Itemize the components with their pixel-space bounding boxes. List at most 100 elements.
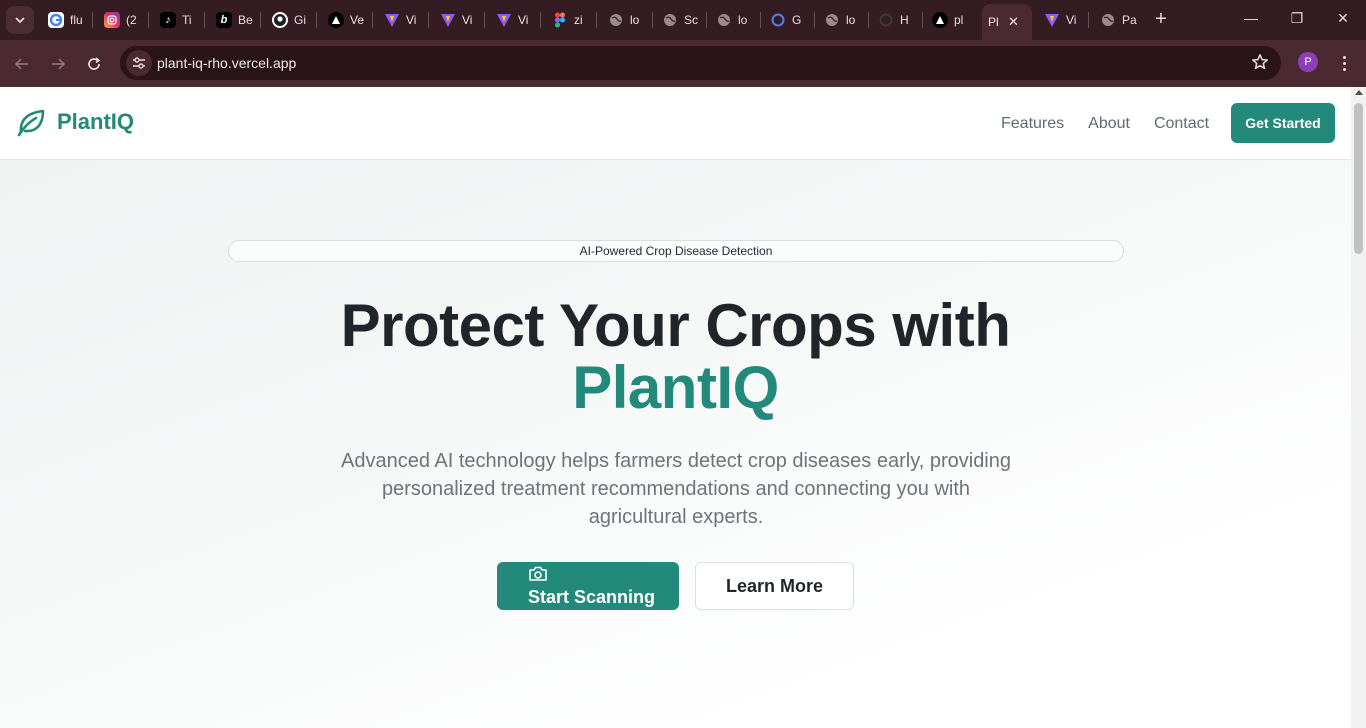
tab-title: Gi (294, 13, 306, 27)
nav-link-contact[interactable]: Contact (1154, 115, 1209, 133)
arrow-left-icon (14, 58, 28, 70)
browser-tab-active[interactable]: Pl ✕ (982, 4, 1032, 40)
site-info-button[interactable] (126, 50, 152, 76)
browser-tab[interactable]: pl (926, 6, 974, 34)
tab-title: Be (238, 13, 253, 27)
reload-icon (88, 57, 101, 70)
browser-toolbar: plant-iq-rho.vercel.app P (0, 40, 1366, 87)
browser-tab[interactable]: H (872, 6, 920, 34)
tab-title: lo (846, 13, 856, 27)
brand-logo[interactable]: PlantIQ (16, 107, 134, 137)
tab-title: Vi (462, 13, 473, 27)
tab-title: Sc (684, 13, 699, 27)
browser-tab[interactable]: flu (42, 6, 90, 34)
tab-search-button[interactable] (6, 6, 34, 34)
globe-icon (608, 12, 624, 28)
browser-tab[interactable]: Vi (1038, 6, 1086, 34)
tab-title: Pa (1122, 13, 1137, 27)
vite-icon (496, 12, 512, 28)
forward-button[interactable] (46, 52, 70, 76)
hero-title-accent: PlantIQ (572, 354, 779, 421)
globe-icon (824, 12, 840, 28)
page-viewport: PlantIQ Features About Contact Get Start… (0, 87, 1351, 728)
site-header: PlantIQ Features About Contact Get Start… (0, 87, 1351, 160)
browser-tab[interactable]: Vi (434, 6, 482, 34)
vite-icon (384, 12, 400, 28)
globe-icon (662, 12, 678, 28)
tab-title: Pl (988, 15, 999, 29)
tab-title: flu (70, 13, 83, 27)
browser-tab-strip: flu (2 ♪ Ti b Be Gi Ve Vi Vi Vi zi lo Sc… (0, 0, 1366, 40)
tab-title: Vi (518, 13, 529, 27)
tab-title: zi (574, 13, 583, 27)
chevron-down-icon (15, 17, 25, 24)
browser-tab[interactable]: ♪ Ti (154, 6, 202, 34)
tab-title: (2 (126, 13, 137, 27)
globe-icon (716, 12, 732, 28)
learn-more-button[interactable]: Learn More (695, 562, 854, 610)
address-bar[interactable]: plant-iq-rho.vercel.app (120, 46, 1281, 80)
nav-link-features[interactable]: Features (1001, 115, 1064, 133)
tiktok-icon: ♪ (160, 12, 176, 28)
camera-icon (529, 566, 547, 581)
hero-title: Protect Your Crops with PlantIQ (0, 295, 1351, 419)
new-tab-button[interactable]: + (1151, 9, 1171, 31)
page-scrollbar[interactable] (1351, 87, 1366, 728)
g-ring-icon (770, 12, 786, 28)
tab-title: lo (630, 13, 640, 27)
hero-badge: AI-Powered Crop Disease Detection (228, 240, 1124, 262)
main-nav: Features About Contact (1001, 115, 1209, 133)
back-button[interactable] (10, 52, 34, 76)
hero-title-line: Protect Your Crops with (340, 292, 1011, 359)
instagram-icon (104, 12, 120, 28)
tab-title: Ti (182, 13, 192, 27)
start-scanning-label: Start Scanning (528, 587, 656, 607)
browser-tab[interactable]: lo (602, 6, 650, 34)
tab-title: H (900, 13, 909, 27)
scroll-up-arrow-icon[interactable] (1355, 90, 1363, 95)
close-tab-icon[interactable]: ✕ (1008, 14, 1019, 30)
vite-icon (440, 12, 456, 28)
nav-link-about[interactable]: About (1088, 115, 1130, 133)
tab-title: lo (738, 13, 748, 27)
browser-tab[interactable]: Vi (490, 6, 538, 34)
browser-menu-icon[interactable] (1336, 51, 1352, 75)
browser-tab[interactable]: lo (710, 6, 758, 34)
loading-icon (878, 12, 894, 28)
leaf-icon (17, 109, 45, 137)
behance-icon: b (216, 12, 232, 28)
browser-tab[interactable]: Vi (378, 6, 426, 34)
browser-tab[interactable]: (2 (98, 6, 146, 34)
scrollbar-thumb[interactable] (1354, 103, 1363, 254)
globe-icon (1100, 12, 1116, 28)
browser-tab[interactable]: Sc (656, 6, 704, 34)
figma-icon (552, 12, 568, 28)
google-icon (48, 12, 64, 28)
get-started-button[interactable]: Get Started (1231, 103, 1335, 143)
browser-tab[interactable]: Pa (1094, 6, 1142, 34)
bookmark-star-icon[interactable] (1251, 53, 1269, 76)
tab-title: Ve (350, 13, 365, 27)
browser-tab[interactable]: Ve (322, 6, 370, 34)
tab-title: Vi (406, 13, 417, 27)
tab-title: G (792, 13, 802, 27)
tune-icon (133, 57, 145, 69)
arrow-right-icon (52, 58, 66, 70)
restore-icon[interactable]: ❐ (1287, 10, 1307, 27)
profile-avatar[interactable]: P (1298, 52, 1318, 72)
vercel-icon (328, 12, 344, 28)
hero-subtitle: Advanced AI technology helps farmers det… (341, 450, 1011, 528)
browser-tab[interactable]: lo (818, 6, 866, 34)
brand-name: PlantIQ (57, 109, 135, 134)
browser-tab[interactable]: zi (546, 6, 594, 34)
browser-tab[interactable]: b Be (210, 6, 258, 34)
vercel-icon (932, 12, 948, 28)
url-text: plant-iq-rho.vercel.app (157, 55, 297, 71)
tab-title: Vi (1066, 13, 1077, 27)
browser-tab[interactable]: Gi (266, 6, 314, 34)
start-scanning-button[interactable]: Start Scanning (497, 562, 679, 610)
close-window-icon[interactable]: ✕ (1333, 10, 1353, 27)
reload-button[interactable] (82, 52, 106, 76)
browser-tab[interactable]: G (764, 6, 812, 34)
minimize-icon[interactable]: — (1241, 10, 1261, 26)
